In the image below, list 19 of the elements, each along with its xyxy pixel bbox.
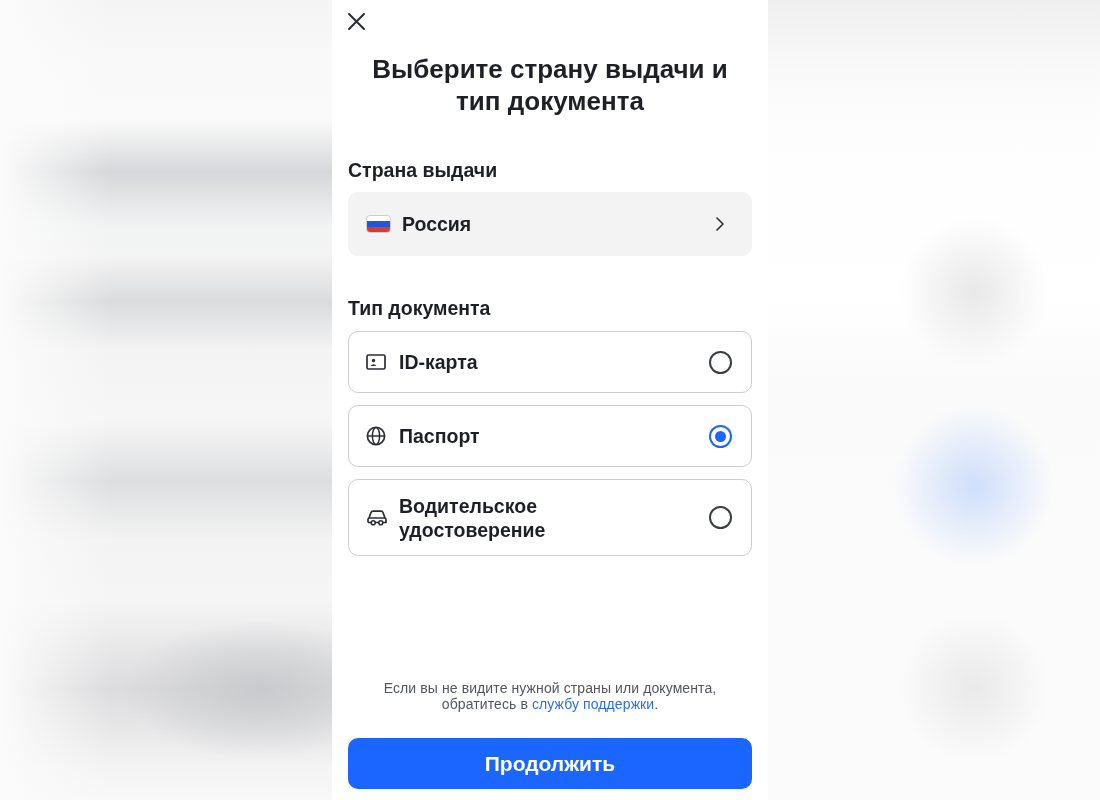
document-option[interactable]: Водительское удостоверение [348,479,752,556]
close-icon [347,12,365,30]
globe-icon [366,426,386,446]
document-option[interactable]: Паспорт [348,405,752,467]
flag-icon [366,215,391,233]
chevron-right-icon [716,217,724,231]
radio-button[interactable] [709,424,732,448]
support-link[interactable]: службу поддержки [531,696,655,712]
section-label: Страна выдачи [348,158,499,182]
car-icon [366,509,388,526]
continue-button[interactable]: Продолжить [348,738,752,789]
radio-button[interactable] [709,350,732,374]
country-select[interactable]: Россия [348,192,752,256]
radio-button[interactable] [709,506,732,529]
dialog-title: Выберите страну выдачи и тип документа [371,53,729,117]
support-note: Если вы не видите нужной страны или документа, обратитесь в службу поддержки. [382,680,718,712]
document-option[interactable]: ID-карта [348,331,752,393]
section-label: Тип документа [348,296,492,320]
id-card-icon [366,354,386,370]
